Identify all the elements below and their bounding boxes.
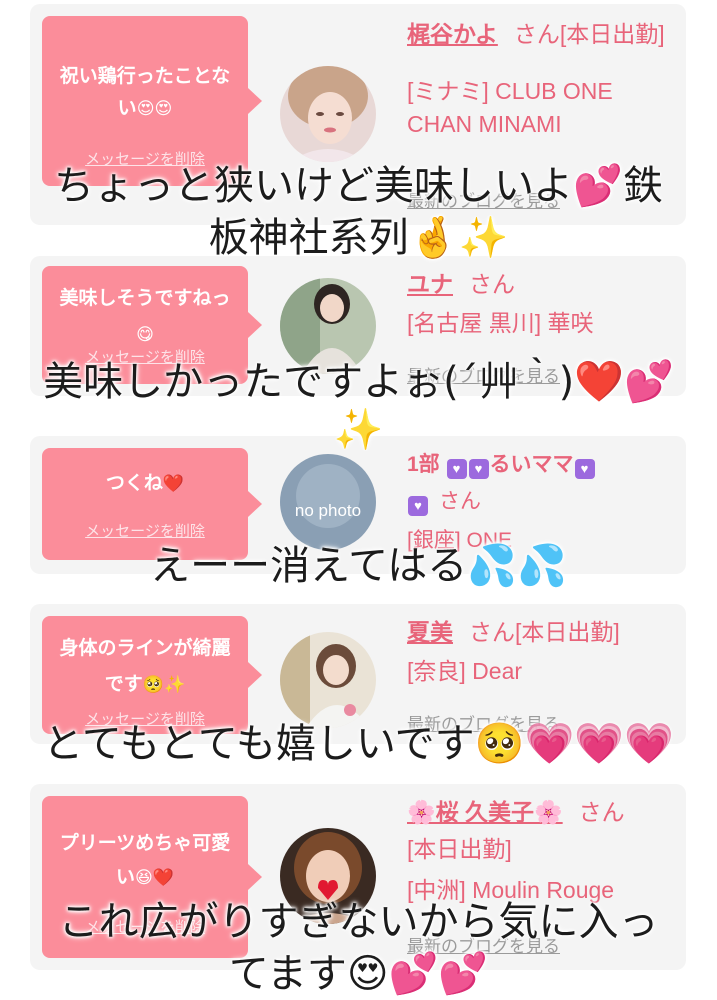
reply-caption: えーー消えてはる💦💦 [0,540,717,592]
cast-suffix: さん [578,799,625,825]
store-line: [ミナミ] CLUB ONE [407,78,613,104]
store-line: [本日出勤] [407,836,512,862]
cast-name-link[interactable]: るいママ [490,453,574,476]
emoji-pleading-sparkle-icon: 🥺✨ [142,675,186,695]
message-text: 美味しそうですねっ [59,287,231,309]
reply-line: 板神社系列🤞✨ [208,215,509,261]
avatar-photo [280,66,376,162]
reply-line: 美味しかったですよぉ(´艸｀)❤️💕 [43,359,674,405]
heart-icon: ❤️ [162,474,185,494]
reply-line: これ広がりすぎないから気に入っ [58,899,659,945]
cast-info: ユナ さん [名古屋 黒川] 華咲 [407,268,677,340]
reply-line: てます😍💕💕 [228,951,489,997]
cast-info: 夏美 さん[本日出勤] [奈良] Dear [407,616,677,688]
store-line: CHAN MINAMI [407,111,562,137]
emoji-laugh-heart-icon: 😆❤️ [134,868,175,888]
reply-caption: とてもとても嬉しいです🥺💗💗💗 [0,718,717,770]
avatar[interactable] [280,66,376,162]
cast-name-prefix: 1部 [407,453,440,476]
reply-caption: これ広がりすぎないから気に入っ てます😍💕💕 [0,896,717,1000]
store-line: [奈良] Dear [407,658,523,684]
message-text: つくね [105,472,163,494]
heart-box-icon: ♥ [446,459,467,479]
reply-line: ちょっと狭いけど美味しいよ💕鉄 [53,163,663,209]
emoji-heart-eyes-icon: 😍😍 [136,99,173,119]
store-line: [名古屋 黒川] 華咲 [407,310,594,336]
cast-name-link[interactable]: ユナ [407,271,453,297]
cast-info: 梶谷かよ さん[本日出勤] [ミナミ] CLUB ONE CHAN MINAMI [407,18,677,141]
avatar-placeholder[interactable]: no photo [280,454,376,550]
cast-suffix: さん [469,271,515,297]
cast-suffix: さん[本日出勤] [513,21,665,47]
reply-caption: 美味しかったですよぉ(´艸｀)❤️💕 ✨ [0,356,717,452]
no-photo-icon: no photo [280,454,376,550]
message-bubble: 身体のラインが綺麗です🥺✨ メッセージを削除 [42,616,262,734]
avatar[interactable] [280,632,376,728]
sparkle-icon: ✨ [333,407,384,453]
delete-message-link[interactable]: メッセージを削除 [42,520,248,541]
cast-suffix: さん[本日出勤] [469,619,620,645]
reply-caption: ちょっと狭いけど美味しいよ💕鉄 板神社系列🤞✨ [0,160,717,264]
avatar-photo [280,632,376,728]
heart-box-icon: ♥ [468,459,489,479]
cast-name-link[interactable]: 🌸桜 久美子🌸 [407,799,563,825]
heart-box-icon: ♥ [574,459,595,479]
cast-name-link[interactable]: 夏美 [407,619,453,645]
reply-line: とてもとても嬉しいです🥺💗💗💗 [43,721,674,767]
cast-info: 🌸桜 久美子🌸 さん [本日出勤] [中洲] Moulin Rouge [407,796,677,907]
emoji-yum-icon: 😋 [136,325,154,345]
cast-name-link[interactable]: 梶谷かよ [407,21,498,47]
reply-line: えーー消えてはる💦💦 [150,543,567,589]
heart-box-icon: ♥ [408,496,428,516]
cast-suffix: さん [439,490,481,513]
no-photo-text: no photo [295,501,361,520]
